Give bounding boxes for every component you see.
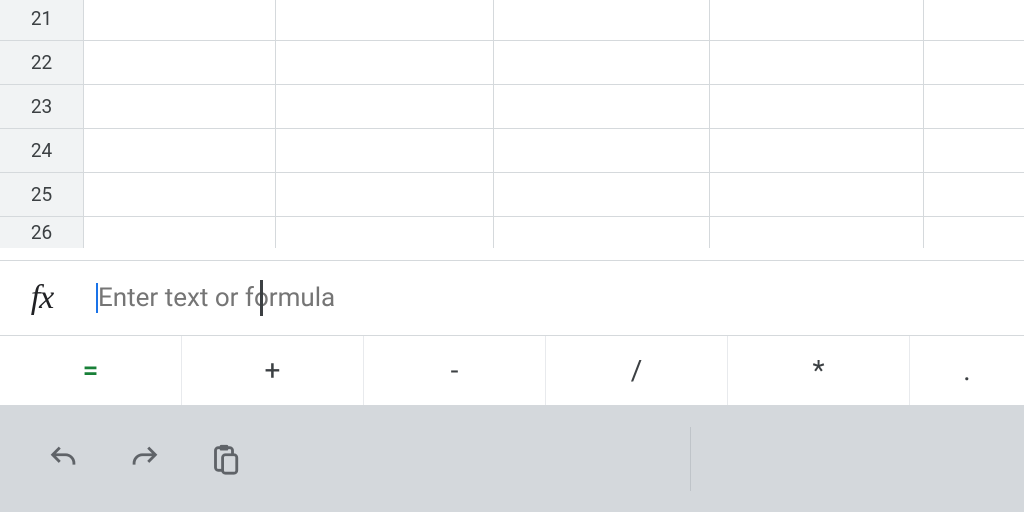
spreadsheet-grid[interactable]: 21 22 23 24 [0, 0, 1024, 248]
cell[interactable] [276, 40, 494, 84]
cell[interactable] [84, 128, 276, 172]
row[interactable]: 21 [0, 0, 1024, 40]
undo-icon [47, 442, 81, 476]
cell[interactable] [494, 84, 710, 128]
selection-caret [96, 283, 98, 313]
operator-multiply-button[interactable]: * [728, 336, 910, 405]
cell[interactable] [276, 84, 494, 128]
cell[interactable] [924, 84, 1024, 128]
cell[interactable] [84, 40, 276, 84]
cell[interactable] [494, 172, 710, 216]
cell[interactable] [710, 84, 924, 128]
formula-input-wrap[interactable] [84, 261, 1024, 335]
cell[interactable] [924, 40, 1024, 84]
cell[interactable] [276, 128, 494, 172]
paste-icon [207, 442, 241, 476]
cell[interactable] [276, 172, 494, 216]
redo-button[interactable] [118, 433, 170, 485]
operator-minus-button[interactable]: - [364, 336, 546, 405]
cell[interactable] [276, 0, 494, 40]
row[interactable]: 24 [0, 128, 1024, 172]
text-cursor [260, 280, 263, 316]
cell[interactable] [494, 216, 710, 248]
bottom-toolbar [0, 405, 1024, 512]
toolbar-divider [690, 427, 691, 491]
operator-row: = + - / * . [0, 335, 1024, 405]
formula-input[interactable] [96, 282, 1024, 314]
cell[interactable] [710, 216, 924, 248]
redo-icon [127, 442, 161, 476]
cell[interactable] [84, 0, 276, 40]
cell[interactable] [710, 172, 924, 216]
paste-button[interactable] [198, 433, 250, 485]
operator-plus-button[interactable]: + [182, 336, 364, 405]
row-header[interactable]: 22 [0, 40, 84, 84]
operator-equals-button[interactable]: = [0, 336, 182, 405]
cell[interactable] [924, 216, 1024, 248]
row-header[interactable]: 23 [0, 84, 84, 128]
row-header[interactable]: 25 [0, 172, 84, 216]
fx-label: fx [0, 279, 84, 317]
cell[interactable] [494, 40, 710, 84]
row[interactable]: 26 [0, 216, 1024, 248]
operator-dot-button[interactable]: . [910, 336, 1024, 405]
cell[interactable] [276, 216, 494, 248]
operator-divide-button[interactable]: / [546, 336, 728, 405]
cell[interactable] [84, 84, 276, 128]
cell[interactable] [494, 0, 710, 40]
row-header[interactable]: 26 [0, 216, 84, 248]
cell[interactable] [84, 172, 276, 216]
row-header[interactable]: 21 [0, 0, 84, 40]
cell[interactable] [710, 0, 924, 40]
cell[interactable] [924, 172, 1024, 216]
cell[interactable] [710, 128, 924, 172]
cell[interactable] [494, 128, 710, 172]
formula-bar: fx [0, 260, 1024, 335]
cell[interactable] [924, 128, 1024, 172]
row[interactable]: 23 [0, 84, 1024, 128]
undo-button[interactable] [38, 433, 90, 485]
cell[interactable] [924, 0, 1024, 40]
cell[interactable] [84, 216, 276, 248]
row[interactable]: 25 [0, 172, 1024, 216]
row-header[interactable]: 24 [0, 128, 84, 172]
cell[interactable] [710, 40, 924, 84]
row[interactable]: 22 [0, 40, 1024, 84]
